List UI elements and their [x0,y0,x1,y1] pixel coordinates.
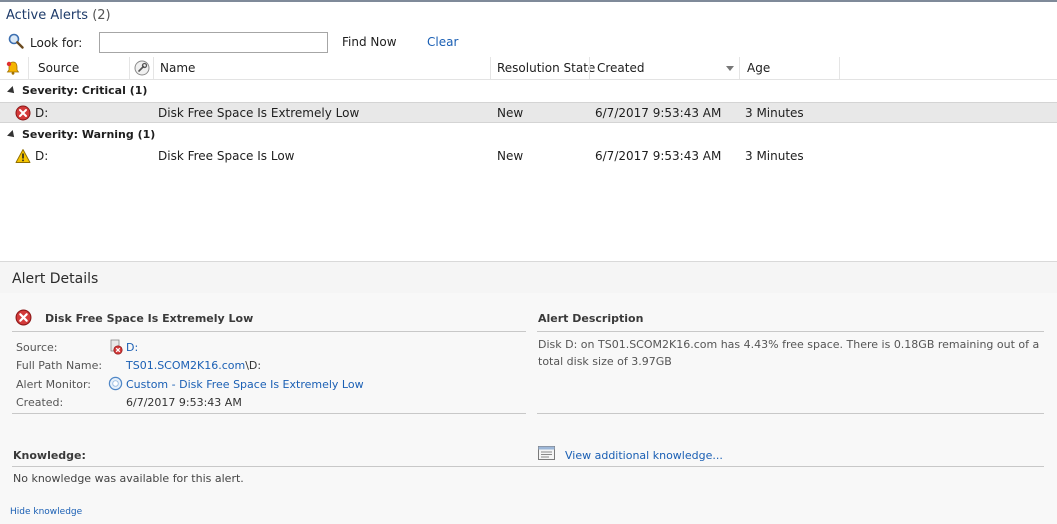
knowledge-document-icon [538,446,555,463]
look-for-label-group: Look for: [8,33,82,52]
group-header-critical[interactable]: Severity: Critical (1) [0,84,147,97]
critical-error-icon [15,309,32,329]
look-for-label: Look for: [30,35,83,50]
table-row[interactable]: D: Disk Free Space Is Low New 6/7/2017 9… [0,146,1057,167]
alert-monitor-label: Alert Monitor: [16,378,92,391]
column-separator[interactable] [589,57,590,79]
cell-resolution-state: New [497,149,524,163]
sort-descending-icon [726,66,734,71]
cell-source: D: [35,149,49,163]
cell-created: 6/7/2017 9:53:43 AM [595,149,722,163]
cell-created: 6/7/2017 9:53:43 AM [595,106,722,120]
section-divider [537,331,1044,332]
group-label: Severity: Critical (1) [22,84,148,97]
column-created[interactable]: Created [597,61,645,75]
cell-age: 3 Minutes [745,149,804,163]
section-divider [12,466,1044,467]
magnifier-icon [8,33,24,52]
section-divider [537,413,1044,414]
source-label: Source: [16,341,58,354]
title-text: Active Alerts [6,8,89,23]
alert-description-text: Disk D: on TS01.SCOM2K16.com has 4.43% f… [538,338,1040,368]
column-header-row: Source Name Resolution State Created Age [0,57,1057,80]
collapse-triangle-icon[interactable] [7,130,17,140]
full-path-label: Full Path Name: [16,359,103,372]
full-path-link[interactable]: TS01.SCOM2K16.com [126,359,245,372]
disk-error-icon [109,339,123,358]
window-top-border [0,0,1057,2]
column-source[interactable]: Source [38,61,79,75]
cell-name: Disk Free Space Is Extremely Low [158,106,360,120]
clear-button[interactable]: Clear [427,35,458,49]
page-title: Active Alerts (2) [6,8,111,23]
alert-description-heading: Alert Description [538,312,644,325]
alert-details-title: Alert Details [12,271,99,287]
source-link[interactable]: D: [126,341,138,354]
search-input[interactable] [99,32,328,53]
column-separator[interactable] [153,57,154,79]
full-path-rest: \D: [245,359,262,372]
group-label: Severity: Warning (1) [22,128,156,141]
full-path-value: TS01.SCOM2K16.com\D: [126,359,261,372]
cell-age: 3 Minutes [745,106,804,120]
knowledge-text: No knowledge was available for this aler… [13,472,244,485]
knowledge-heading: Knowledge: [13,449,86,462]
alert-name-heading: Disk Free Space Is Extremely Low [45,312,254,325]
column-separator[interactable] [490,57,491,79]
cell-resolution-state: New [497,106,524,120]
monitor-icon [108,376,123,394]
cell-source: D: [35,106,49,120]
table-row[interactable]: D: Disk Free Space Is Extremely Low New … [0,102,1057,123]
created-value: 6/7/2017 9:53:43 AM [126,396,242,409]
maintenance-wrench-icon[interactable] [134,60,150,79]
column-age[interactable]: Age [747,61,770,75]
hide-knowledge-link[interactable]: Hide knowledge [10,507,82,517]
warning-icon [15,148,31,167]
column-resolution-state[interactable]: Resolution State [497,61,595,75]
alert-monitor-link[interactable]: Custom - Disk Free Space Is Extremely Lo… [126,378,364,391]
section-divider [12,331,526,332]
alert-bell-icon[interactable] [5,60,21,79]
column-separator[interactable] [739,57,740,79]
collapse-triangle-icon[interactable] [7,86,17,96]
column-separator[interactable] [839,57,840,79]
find-now-button[interactable]: Find Now [342,35,397,49]
critical-error-icon [15,105,31,124]
column-separator[interactable] [129,57,130,79]
view-additional-knowledge-link[interactable]: View additional knowledge... [565,449,723,462]
alert-count: (2) [92,8,111,23]
column-separator[interactable] [28,57,29,79]
section-divider [12,413,526,414]
cell-name: Disk Free Space Is Low [158,149,295,163]
group-header-warning[interactable]: Severity: Warning (1) [0,128,155,141]
created-label: Created: [16,396,64,409]
column-name[interactable]: Name [160,61,195,75]
